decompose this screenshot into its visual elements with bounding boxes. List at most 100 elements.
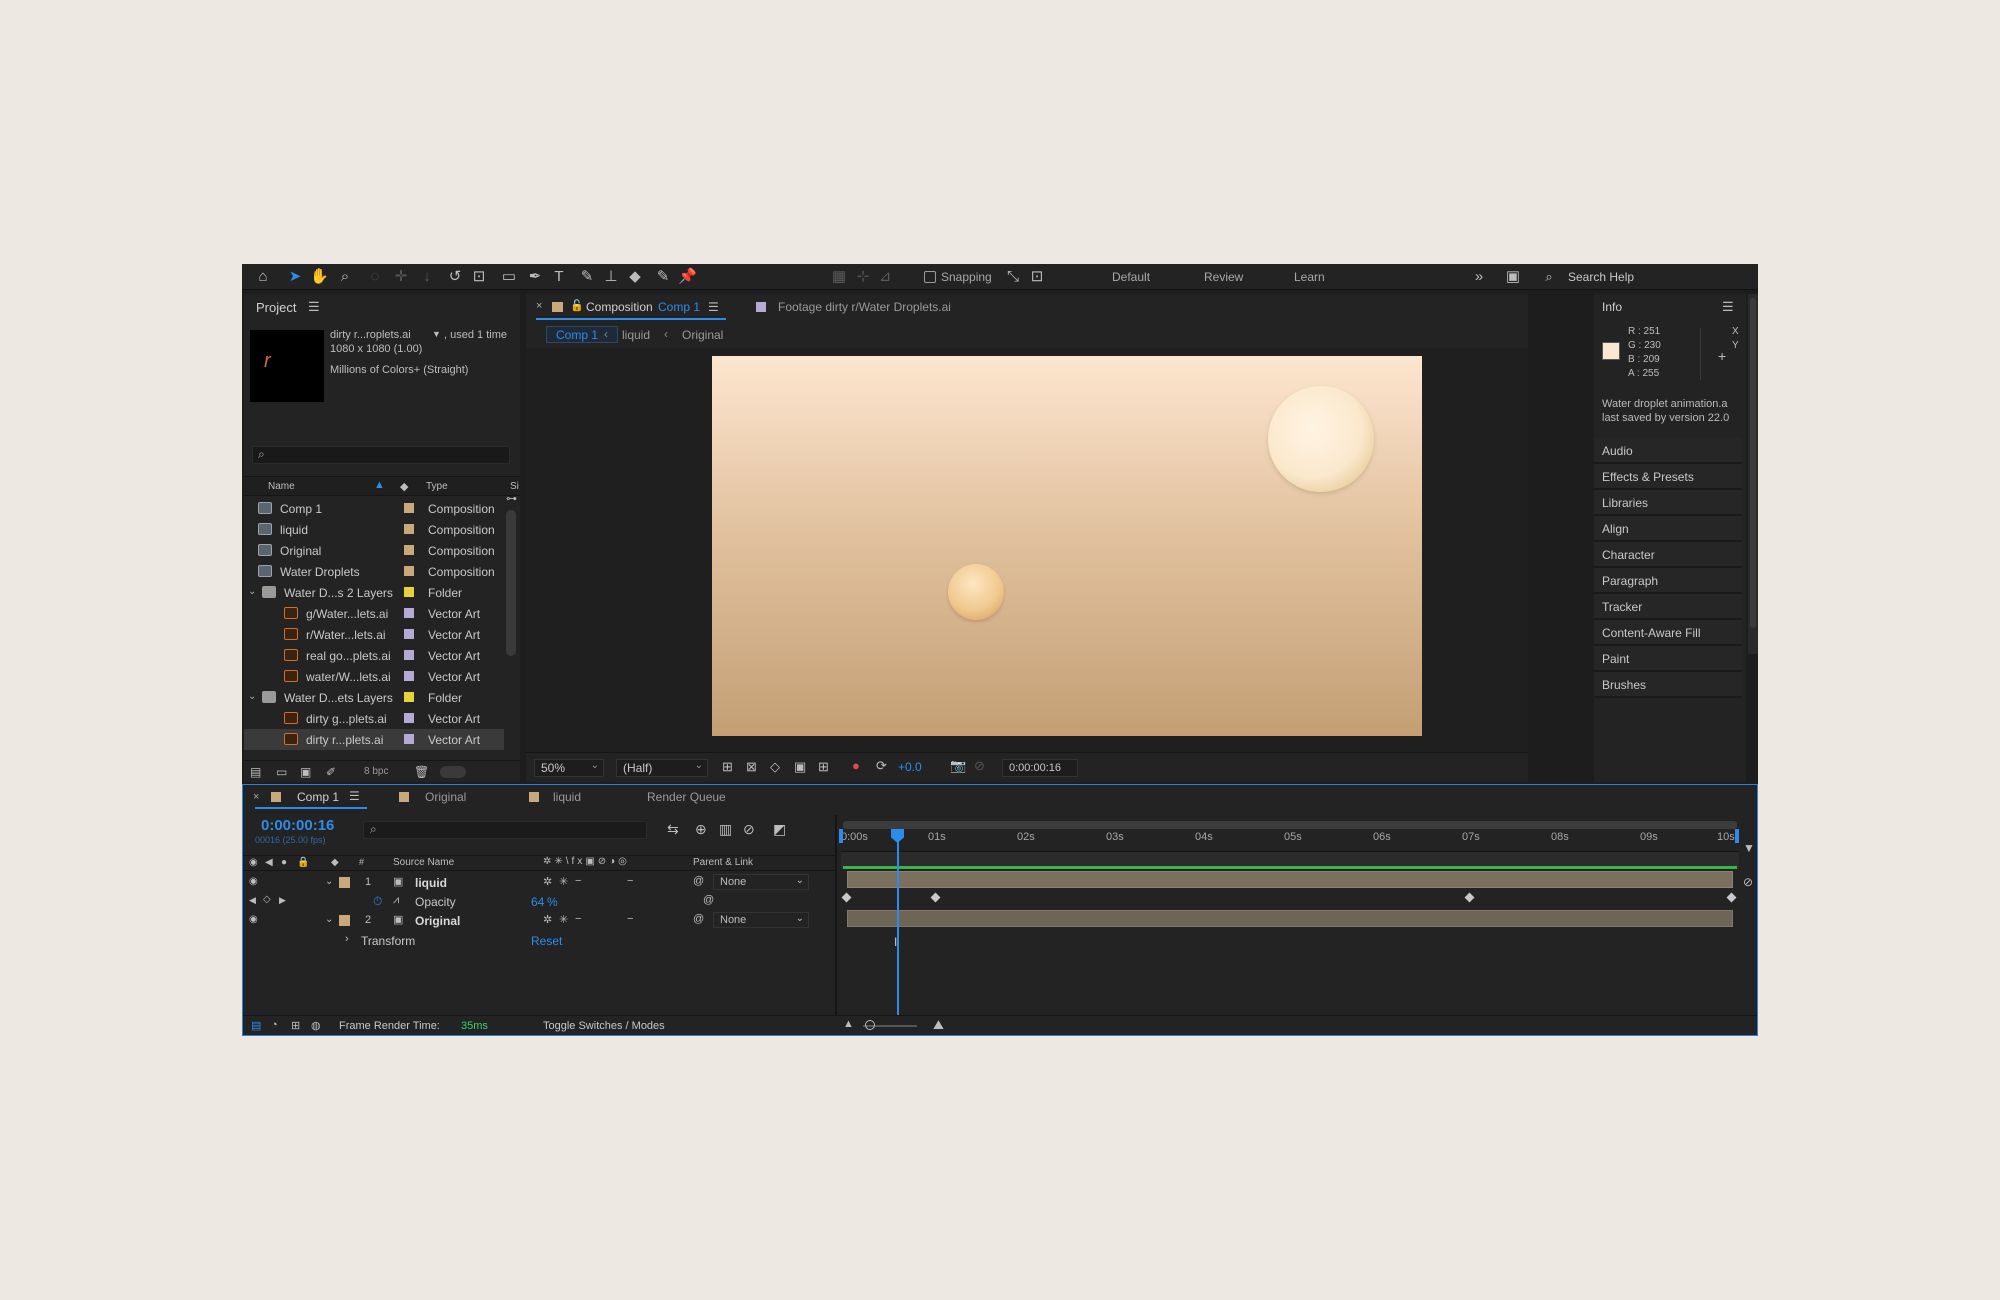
footage-tab[interactable]: Footage dirty r/Water Droplets.ai — [778, 300, 951, 314]
transform-group-row[interactable]: › Transform Reset — [243, 931, 835, 950]
zoom-tool-icon[interactable]: ⌕ — [336, 268, 354, 286]
eraser-tool-icon[interactable]: ◆ — [626, 268, 644, 286]
zoom-select[interactable]: 50% ⌄ — [534, 759, 604, 777]
layer-label-swatch[interactable] — [339, 877, 350, 888]
timeline-timecode[interactable]: 0:00:00:16 — [261, 817, 334, 834]
layer-switches-icon[interactable]: ▤ — [251, 1019, 261, 1032]
dolly-camera-icon[interactable]: ↓ — [418, 268, 436, 286]
panel-content-aware-fill[interactable]: Content-Aware Fill — [1594, 620, 1742, 646]
usage-dropdown-icon[interactable]: ▼ — [432, 329, 441, 339]
puppet-pin-icon[interactable]: 📌 — [678, 268, 697, 286]
label-tag-icon[interactable]: ◆ — [400, 480, 408, 493]
tab-render-queue[interactable]: Render Queue — [647, 790, 726, 804]
timeline-search-input[interactable]: ⌕ — [363, 821, 647, 839]
snapping-checkbox[interactable] — [924, 271, 936, 283]
right-panel-scrollbar[interactable] — [1748, 294, 1758, 654]
project-item[interactable]: r/Water...lets.ai Vector Art — [244, 624, 504, 645]
parent-link-header[interactable]: Parent & Link — [693, 857, 753, 868]
breadcrumb-original[interactable]: Original — [682, 328, 723, 342]
new-composition-icon[interactable]: ▣ — [300, 765, 311, 779]
fast-previews-icon[interactable]: ⊞ — [722, 759, 733, 775]
motion-blur-icon[interactable]: ⊘ — [743, 821, 755, 838]
right-scrollbar-thumb[interactable] — [1750, 298, 1756, 628]
zoom-slider-handle[interactable] — [865, 1020, 875, 1030]
render-time-icon[interactable]: ◍ — [311, 1019, 321, 1032]
expression-icon[interactable]: ⊘ — [1743, 875, 1753, 889]
tab-liquid[interactable]: liquid — [553, 790, 581, 804]
breadcrumb-comp1[interactable]: Comp 1 — [556, 328, 598, 342]
motion-blur-switch-icon[interactable]: − — [627, 875, 633, 887]
visibility-eye-icon[interactable]: ◉ — [249, 876, 258, 887]
composition-viewer[interactable] — [526, 348, 1528, 752]
label-swatch[interactable] — [404, 734, 414, 744]
label-swatch[interactable] — [404, 608, 414, 618]
twirl-down-icon[interactable]: ⌄ — [325, 914, 333, 925]
new-folder-icon[interactable]: ▭ — [276, 765, 287, 779]
snap-edges-icon[interactable]: ⤡ — [1004, 268, 1022, 286]
project-item[interactable]: dirty r...plets.ai Vector Art — [244, 729, 504, 750]
label-swatch[interactable] — [404, 650, 414, 660]
column-size[interactable]: Si — [510, 481, 519, 492]
label-swatch[interactable] — [404, 671, 414, 681]
label-swatch[interactable] — [404, 545, 414, 555]
close-tab-icon[interactable]: × — [253, 791, 259, 803]
keyframe-10s[interactable] — [1726, 892, 1737, 903]
thumbnail-slider[interactable] — [440, 766, 466, 778]
column-name[interactable]: Name — [268, 481, 295, 492]
add-keyframe-icon[interactable]: ◇ — [263, 894, 271, 905]
mask-visibility-icon[interactable]: ◇ — [770, 759, 780, 775]
comp-mini-flowchart-icon[interactable]: ⇆ — [667, 821, 679, 838]
panel-menu-icon[interactable]: ☰ — [708, 300, 719, 314]
graph-editor-icon[interactable]: ◩ — [773, 821, 786, 838]
pan-camera-icon[interactable]: ✛ — [392, 268, 410, 286]
quality-line-icon[interactable]: − — [575, 875, 581, 887]
panel-tracker[interactable]: Tracker — [1594, 594, 1742, 620]
quality-switch-icon[interactable]: ✳ — [559, 875, 568, 888]
motion-blur-switch-icon[interactable]: − — [627, 913, 633, 925]
project-item[interactable]: Original Composition — [244, 540, 504, 561]
share-review-icon[interactable]: ▣ — [1504, 268, 1522, 286]
keyframe-0s[interactable] — [841, 892, 852, 903]
tab-original[interactable]: Original — [425, 790, 466, 804]
close-tab-icon[interactable]: × — [536, 300, 542, 312]
panel-libraries[interactable]: Libraries — [1594, 490, 1742, 516]
selection-tool-icon[interactable]: ➤ — [286, 268, 304, 286]
liquid-layer-bar[interactable] — [847, 871, 1733, 888]
label-swatch[interactable] — [404, 503, 414, 513]
pickwhip-icon[interactable]: @ — [693, 875, 704, 887]
trash-icon[interactable]: 🗑 — [414, 765, 429, 779]
panel-menu-icon[interactable]: ☰ — [308, 299, 320, 315]
panel-brushes[interactable]: Brushes — [1594, 672, 1742, 698]
project-item[interactable]: ⌄ Water D...ets Layers Folder — [244, 687, 504, 708]
home-icon[interactable]: ⌂ — [254, 268, 272, 286]
project-item[interactable]: Comp 1 Composition — [244, 498, 504, 519]
playhead-line[interactable] — [897, 829, 899, 1015]
label-column-icon[interactable]: ◆ — [331, 857, 339, 868]
current-time-field[interactable]: 0:00:00:16 — [1002, 759, 1078, 777]
label-swatch[interactable] — [404, 587, 414, 597]
frame-blending-icon[interactable]: ▥ — [719, 821, 732, 838]
type-tool-icon[interactable]: T — [550, 268, 568, 286]
in-out-icon[interactable]: ⊞ — [291, 1019, 300, 1032]
layer-name[interactable]: Original — [415, 914, 460, 928]
color-channels-icon[interactable]: ● — [852, 758, 860, 773]
rectangle-tool-icon[interactable]: ▭ — [500, 268, 518, 286]
visibility-eye-icon[interactable]: ◉ — [249, 914, 258, 925]
reset-exposure-icon[interactable]: ⟳ — [876, 758, 887, 774]
snapshot-icon[interactable]: 📷 — [950, 758, 966, 774]
draft-3d-icon[interactable]: ⊕ — [695, 821, 707, 838]
grid-guides-icon[interactable]: ⊞ — [818, 759, 829, 775]
toggle-switches-modes[interactable]: Toggle Switches / Modes — [543, 1020, 665, 1032]
audio-column-icon[interactable]: ◀ — [265, 857, 273, 868]
eye-column-icon[interactable]: ◉ — [249, 857, 258, 868]
sort-ascending-icon[interactable]: ▲ — [374, 479, 385, 491]
composition-canvas[interactable] — [712, 356, 1422, 736]
workspace-default[interactable]: Default — [1112, 270, 1150, 284]
opacity-property-row[interactable]: ◀ ◇ ▶ ⏱ ⩘ Opacity 64 % @ — [243, 892, 835, 911]
project-item[interactable]: Water Droplets Composition — [244, 561, 504, 582]
snap-features-icon[interactable]: ⊡ — [1028, 268, 1046, 286]
original-layer-bar[interactable] — [847, 910, 1733, 927]
resolution-select[interactable]: (Half) ⌄ — [616, 759, 708, 777]
panel-align[interactable]: Align — [1594, 516, 1742, 542]
bit-depth-button[interactable]: 8 bpc — [364, 766, 388, 777]
